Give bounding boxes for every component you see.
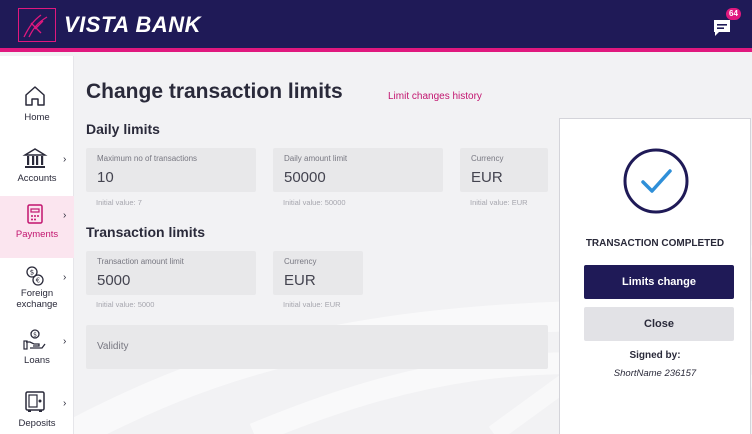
transaction-amount-field[interactable]: Transaction amount limit 5000 <box>86 251 256 295</box>
sidebar: Home › Accounts › Payments $ € › Foreign… <box>0 56 74 434</box>
svg-text:$: $ <box>33 331 37 338</box>
chat-icon <box>714 20 730 36</box>
deposits-icon <box>25 391 45 412</box>
field-label: Transaction amount limit <box>97 257 184 266</box>
payments-icon <box>27 204 43 224</box>
field-value: 10 <box>97 169 114 186</box>
initial-value: Initial value: 50000 <box>283 198 346 207</box>
sidebar-item-foreign-exchange[interactable]: $ € › Foreign exchange <box>0 258 74 320</box>
check-circle-icon <box>623 148 689 214</box>
sidebar-item-label: Foreign exchange <box>16 288 58 310</box>
max-transactions-field[interactable]: Maximum no of transactions 10 <box>86 148 256 192</box>
daily-amount-field[interactable]: Daily amount limit 50000 <box>273 148 443 192</box>
sidebar-item-accounts[interactable]: › Accounts <box>0 140 74 202</box>
field-label: Daily amount limit <box>284 154 348 163</box>
daily-limits-title: Daily limits <box>86 121 160 137</box>
limits-change-button[interactable]: Limits change <box>584 265 734 299</box>
field-label: Currency <box>471 154 504 163</box>
sidebar-item-label: Loans <box>24 355 50 366</box>
field-value: EUR <box>471 169 503 186</box>
close-button[interactable]: Close <box>584 307 734 341</box>
home-icon <box>25 86 45 106</box>
brand-name: VISTA BANK <box>64 12 201 37</box>
loans-icon: $ <box>23 329 46 350</box>
limit-history-link[interactable]: Limit changes history <box>388 91 482 102</box>
field-label: Validity <box>97 341 129 352</box>
field-label: Currency <box>284 257 317 266</box>
chevron-right-icon: › <box>63 210 67 221</box>
initial-value: Initial value: 7 <box>96 198 142 207</box>
status-text: TRANSACTION COMPLETED <box>585 238 725 249</box>
initial-value: Initial value: EUR <box>470 198 528 207</box>
sidebar-item-deposits[interactable]: › Deposits <box>0 384 74 434</box>
notification-badge: 64 <box>726 8 741 20</box>
transaction-currency-field[interactable]: Currency EUR <box>273 251 363 295</box>
chevron-right-icon: › <box>63 336 67 347</box>
field-label: Maximum no of transactions <box>97 154 198 163</box>
bank-logo-icon <box>23 14 48 38</box>
top-bar: VISTA BANK 64 <box>0 0 752 52</box>
sidebar-item-loans[interactable]: $ › Loans <box>0 322 74 384</box>
sidebar-item-label: Home <box>24 112 50 123</box>
currency-exchange-icon: $ € <box>26 266 44 286</box>
chevron-right-icon: › <box>63 154 67 165</box>
validity-field[interactable]: Validity <box>86 325 548 369</box>
signed-by-label: Signed by: <box>629 350 681 361</box>
sidebar-item-label: Deposits <box>18 418 56 429</box>
initial-value: Initial value: EUR <box>283 300 341 309</box>
sidebar-item-label: Payments <box>15 229 59 240</box>
sidebar-item-payments[interactable]: › Payments <box>0 196 74 258</box>
transaction-result-panel: TRANSACTION COMPLETED Limits change Clos… <box>559 118 751 434</box>
field-value: 5000 <box>97 272 131 289</box>
svg-text:$: $ <box>30 269 34 277</box>
signer-name: ShortName 236157 <box>613 368 697 379</box>
chevron-right-icon: › <box>63 272 67 283</box>
svg-text:€: € <box>36 277 40 285</box>
sidebar-item-home[interactable]: Home <box>0 78 74 140</box>
bank-icon <box>22 148 48 168</box>
page-title: Change transaction limits <box>86 80 343 103</box>
sidebar-item-label: Accounts <box>17 173 57 184</box>
daily-currency-field[interactable]: Currency EUR <box>460 148 548 192</box>
field-value: EUR <box>284 272 316 289</box>
messages-button[interactable]: 64 <box>712 8 742 44</box>
field-value: 50000 <box>284 169 326 186</box>
chevron-right-icon: › <box>63 398 67 409</box>
initial-value: Initial value: 5000 <box>96 300 155 309</box>
transaction-limits-title: Transaction limits <box>86 224 206 240</box>
logo <box>18 8 56 42</box>
